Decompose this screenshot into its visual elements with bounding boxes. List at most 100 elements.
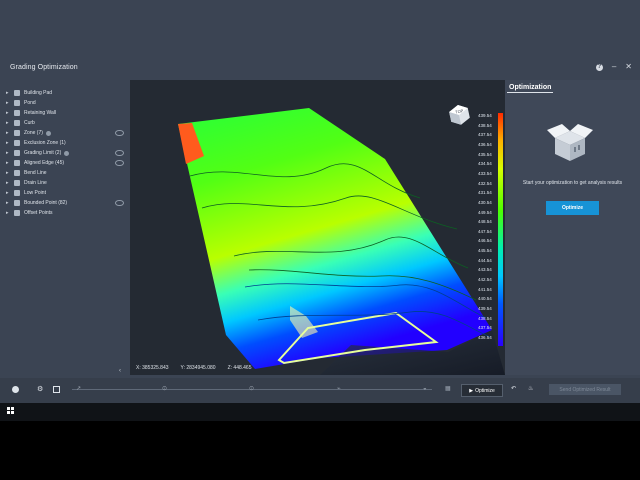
info-icon[interactable]	[45, 130, 51, 136]
visibility-eye-icon[interactable]	[115, 160, 124, 166]
sidebar-item-label: Building Pad	[24, 90, 53, 96]
legend-value: 438.54	[478, 315, 492, 321]
sidebar-item-label: Retaining Wall	[24, 110, 57, 116]
sidebar-item-offset-points[interactable]: ▸ Offset Points	[6, 208, 124, 218]
legend-value: 433.54	[478, 170, 492, 176]
expand-arrow-icon[interactable]: ▸	[6, 110, 14, 116]
legend-value: 438.54	[478, 122, 492, 128]
offset-points-icon	[14, 210, 20, 216]
timeline-tool-icon[interactable]: ⌁	[337, 386, 343, 392]
send-optimized-result-button[interactable]: Send Optimized Result	[549, 384, 621, 395]
low-point-icon	[14, 190, 20, 196]
sidebar-item-label: Drain Line	[24, 180, 47, 186]
expand-arrow-icon[interactable]: ▸	[6, 180, 14, 186]
pin-icon[interactable]: ↗	[76, 386, 82, 392]
visibility-eye-icon[interactable]	[115, 150, 124, 156]
legend-value: 430.54	[478, 199, 492, 205]
sidebar-item-label: Bounded Point (82)	[24, 200, 68, 206]
legend-value: 440.54	[478, 296, 492, 302]
close-icon[interactable]: ✕	[625, 63, 632, 71]
legend-value: 442.54	[478, 277, 492, 283]
legend-value: 445.54	[478, 248, 492, 254]
expand-arrow-icon[interactable]: ▸	[6, 90, 14, 96]
expand-arrow-icon[interactable]: ▸	[6, 200, 14, 206]
layout-icon[interactable]: ▦	[445, 386, 451, 392]
visibility-eye-icon[interactable]	[115, 130, 124, 136]
sidebar-item-low-point[interactable]: ▸ Low Point	[6, 188, 124, 198]
bell-icon[interactable]: ♨	[528, 386, 534, 392]
sidebar-item-grading-limit[interactable]: ▸ Grading Limit (2)	[6, 148, 124, 158]
title-bar: Grading Optimization ? – ✕	[0, 58, 640, 80]
expand-arrow-icon[interactable]: ▸	[6, 120, 14, 126]
expand-arrow-icon[interactable]: ▸	[6, 160, 14, 166]
grading-limit-icon	[14, 150, 20, 156]
legend-value: 441.54	[478, 286, 492, 292]
legend-value: 436.54	[478, 334, 492, 340]
sidebar-item-building-pad[interactable]: ▸ Building Pad	[6, 88, 124, 98]
drain-line-icon	[14, 180, 20, 186]
legend-value: 436.54	[478, 141, 492, 147]
legend-value: 439.54	[478, 306, 492, 311]
expand-arrow-icon[interactable]: ▸	[6, 190, 14, 196]
bounded-point-icon	[14, 200, 20, 206]
legend-value: 443.54	[478, 267, 492, 273]
legend-value: 434.54	[478, 161, 492, 167]
timeline-dot-icon[interactable]: ⊙	[162, 386, 168, 392]
view-cube[interactable]: TOP	[446, 102, 472, 128]
sidebar-item-label: Zone (7)	[24, 130, 43, 136]
windows-logo-icon[interactable]	[7, 407, 14, 414]
expand-arrow-icon[interactable]: ▸	[6, 100, 14, 106]
sidebar-item-bend-line[interactable]: ▸ Bend Line	[6, 168, 124, 178]
legend-value: 437.54	[478, 325, 492, 331]
sidebar-item-bounded-point[interactable]: ▸ Bounded Point (82)	[6, 198, 124, 208]
sidebar-item-drain-line[interactable]: ▸ Drain Line	[6, 178, 124, 188]
expand-arrow-icon[interactable]: ▸	[6, 130, 14, 136]
pond-icon	[14, 100, 20, 106]
expand-arrow-icon[interactable]: ▸	[6, 140, 14, 146]
coord-x: X: 385325.843	[136, 365, 169, 371]
expand-arrow-icon[interactable]: ▸	[6, 150, 14, 156]
info-icon[interactable]	[12, 386, 19, 393]
timeline-end-icon[interactable]: ◒	[423, 386, 429, 392]
building-pad-icon	[14, 90, 20, 96]
elevation-legend-bar	[498, 113, 503, 346]
sidebar-item-retaining-wall[interactable]: ▸ Retaining Wall	[6, 108, 124, 118]
legend-value: 449.54	[478, 209, 492, 215]
visibility-eye-icon[interactable]	[115, 200, 124, 206]
settings-icon[interactable]: ⚙	[37, 386, 44, 393]
window-controls: ? – ✕	[595, 63, 632, 71]
nav-left-icon[interactable]: ‹	[119, 368, 121, 374]
panel-title: Optimization	[509, 84, 552, 91]
sidebar-item-label: Curb	[24, 120, 35, 126]
legend-value: 447.54	[478, 228, 492, 234]
sidebar-item-label: Exclusion Zone (1)	[24, 140, 66, 146]
bottom-optimize-button[interactable]: ▶ Optimize	[461, 384, 503, 397]
legend-value: 439.54	[478, 113, 492, 118]
sidebar-item-zone[interactable]: ▸ Zone (7)	[6, 128, 124, 138]
sidebar-item-aligned-edge[interactable]: ▸ Aligned Edge (45)	[6, 158, 124, 168]
coord-z: Z: 448.465	[227, 365, 252, 371]
zone-icon	[14, 130, 20, 136]
legend-value: 432.54	[478, 180, 492, 186]
sidebar-item-label: Low Point	[24, 190, 46, 196]
sidebar: ▸ Building Pad ▸ Pond ▸ Retaining Wall ▸…	[0, 88, 128, 378]
timeline-dot-icon[interactable]: ⊙	[249, 386, 255, 392]
layers-icon[interactable]	[53, 386, 60, 393]
minimize-icon[interactable]: –	[612, 63, 616, 71]
help-icon[interactable]: ?	[595, 63, 603, 71]
sidebar-item-curb[interactable]: ▸ Curb	[6, 118, 124, 128]
panel-title-underline	[507, 92, 553, 93]
optimize-button[interactable]: Optimize	[546, 201, 599, 215]
expand-arrow-icon[interactable]: ▸	[6, 210, 14, 216]
undo-icon[interactable]: ↶	[511, 386, 517, 392]
info-icon[interactable]	[64, 150, 70, 156]
sidebar-item-label: Bend Line	[24, 170, 47, 176]
sidebar-item-exclusion-zone[interactable]: ▸ Exclusion Zone (1)	[6, 138, 124, 148]
exclusion-zone-icon	[14, 140, 20, 146]
sidebar-item-pond[interactable]: ▸ Pond	[6, 98, 124, 108]
expand-arrow-icon[interactable]: ▸	[6, 170, 14, 176]
curb-icon	[14, 120, 20, 126]
sidebar-item-label: Pond	[24, 100, 36, 106]
terrain-surface	[178, 108, 492, 369]
sidebar-item-label: Grading Limit (2)	[24, 150, 62, 156]
